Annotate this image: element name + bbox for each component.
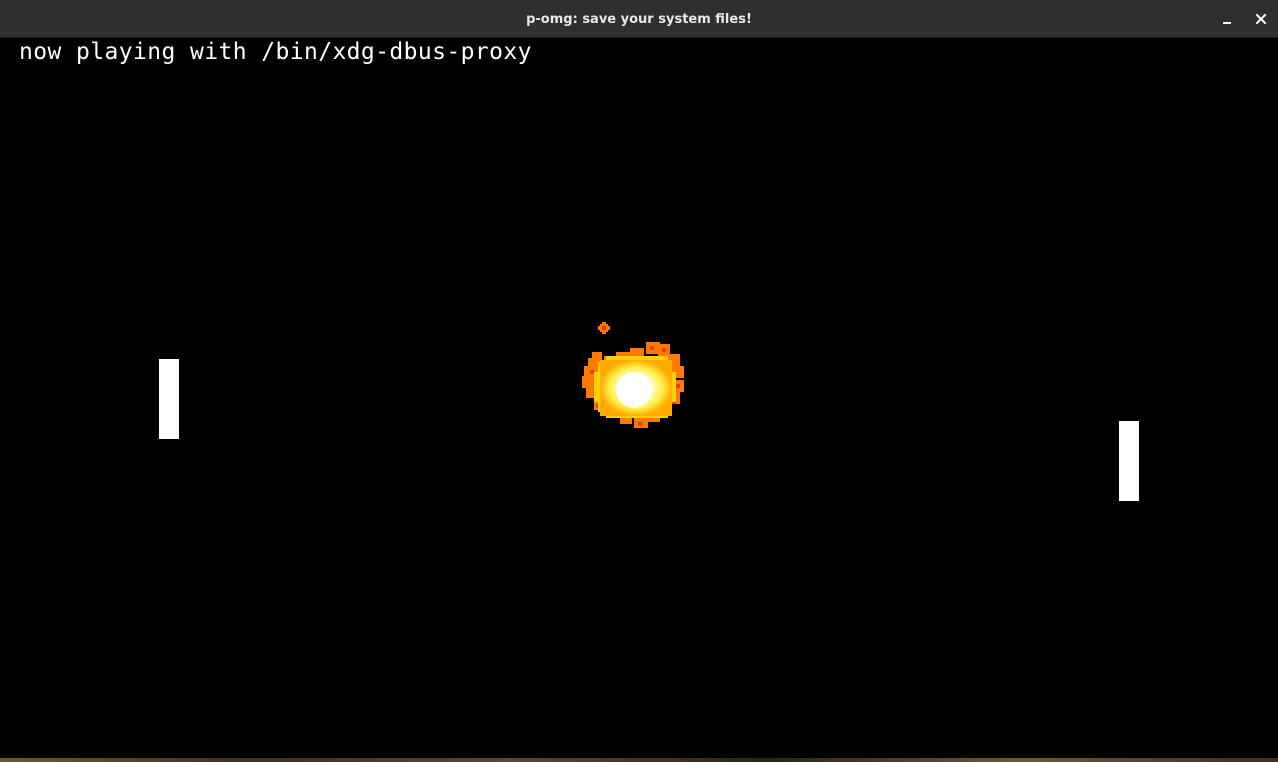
left-paddle (159, 359, 179, 439)
minimize-icon (1223, 22, 1231, 24)
window-title: p-omg: save your system files! (526, 12, 752, 27)
title-bar[interactable]: p-omg: save your system files! (0, 0, 1278, 38)
close-icon (1255, 13, 1267, 25)
close-button[interactable] (1250, 8, 1272, 30)
ball-explosion (582, 322, 684, 428)
minimize-button[interactable] (1216, 8, 1238, 30)
game-window: p-omg: save your system files! now playi… (0, 0, 1278, 762)
desktop-background-strip (0, 758, 1278, 762)
right-paddle (1119, 421, 1139, 501)
game-canvas[interactable]: now playing with /bin/xdg-dbus-proxy (0, 38, 1278, 758)
explosion-center (616, 372, 652, 408)
now-playing-text: now playing with /bin/xdg-dbus-proxy (19, 39, 532, 65)
